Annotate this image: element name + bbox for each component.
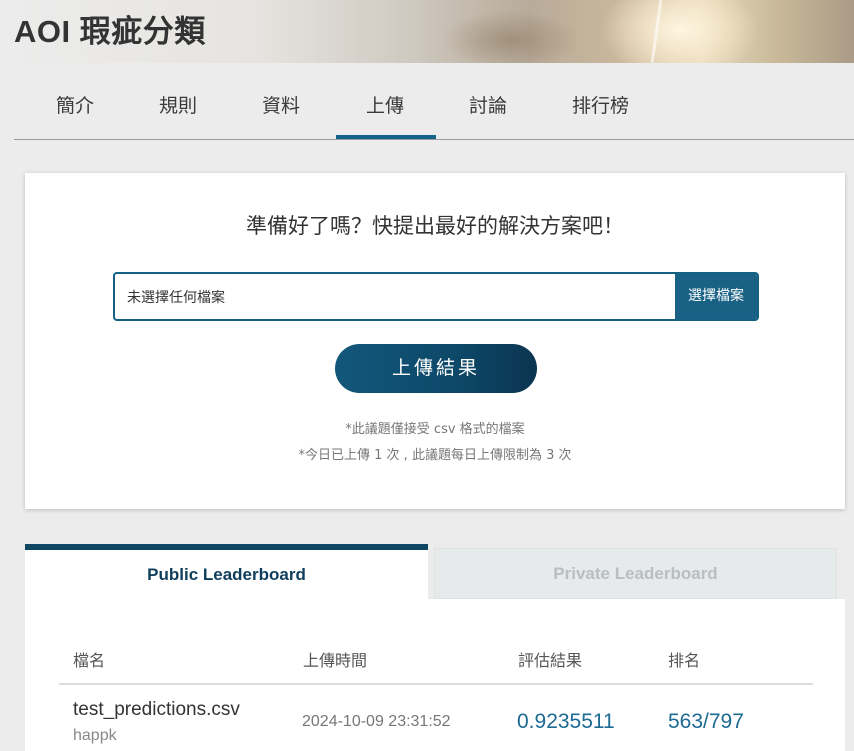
row-upload-time: 2024-10-09 23:31:52: [302, 713, 451, 730]
leaderboard-table: 檔名 上傳時間 評估結果 排名 test_predictions.csv hap…: [25, 599, 845, 751]
column-header-rank: 排名: [668, 651, 701, 670]
file-input[interactable]: 未選擇任何檔案 選擇檔案: [113, 272, 759, 321]
page-title: AOI 瑕疵分類: [14, 14, 206, 49]
tab-private-leaderboard[interactable]: Private Leaderboard: [434, 548, 837, 599]
choose-file-button[interactable]: 選擇檔案: [675, 274, 757, 319]
limit-note: *今日已上傳 1 次 , 此議題每日上傳限制為 3 次: [298, 448, 572, 463]
banner-decoration: [440, 10, 580, 63]
tab-upload[interactable]: 上傳: [366, 91, 404, 118]
header-banner: AOI 瑕疵分類: [0, 0, 854, 63]
banner-light: [600, 0, 760, 63]
row-score: 0.9235511: [517, 710, 615, 733]
tab-intro[interactable]: 簡介: [56, 91, 94, 118]
column-header-score: 評估結果: [518, 651, 583, 670]
tab-data[interactable]: 資料: [262, 91, 300, 118]
nav-tabs: 簡介 規則 資料 上傳 討論 排行榜: [14, 63, 854, 140]
column-header-filename: 檔名: [73, 651, 106, 670]
header-divider: [59, 683, 813, 685]
upload-card: 準備好了嗎？快提出最好的解決方案吧！ 未選擇任何檔案 選擇檔案 上傳結果 *此議…: [25, 173, 845, 509]
tab-leaderboard[interactable]: 排行榜: [572, 91, 629, 118]
tab-public-leaderboard[interactable]: Public Leaderboard: [25, 544, 428, 600]
file-status-text: 未選擇任何檔案: [127, 290, 225, 306]
column-header-upload-time: 上傳時間: [303, 651, 368, 670]
tab-rules[interactable]: 規則: [159, 91, 197, 118]
row-rank: 563/797: [668, 710, 744, 733]
upload-headline: 準備好了嗎？快提出最好的解決方案吧！: [246, 214, 624, 238]
row-user: happk: [73, 727, 117, 744]
format-note: *此議題僅接受 csv 格式的檔案: [345, 422, 525, 437]
tab-discussion[interactable]: 討論: [469, 91, 507, 118]
row-filename: test_predictions.csv: [73, 699, 240, 720]
active-tab-indicator: [336, 135, 436, 139]
upload-results-button[interactable]: 上傳結果: [335, 344, 537, 393]
